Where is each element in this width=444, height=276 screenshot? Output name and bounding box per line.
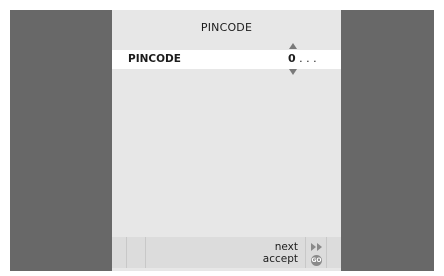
pincode-current-digit[interactable]: 0 bbox=[288, 52, 296, 65]
help-bar-divider bbox=[305, 237, 306, 268]
arrow-up-icon[interactable] bbox=[289, 43, 297, 49]
right-side-bar bbox=[341, 10, 434, 271]
help-bar-divider bbox=[126, 237, 127, 268]
hint-accept-label: accept bbox=[262, 253, 298, 265]
fast-forward-icon[interactable] bbox=[311, 243, 323, 251]
go-icon[interactable]: GO bbox=[311, 255, 322, 266]
pincode-row[interactable]: PINCODE 0 . . . bbox=[112, 50, 341, 69]
pincode-value[interactable]: 0 . . . bbox=[288, 52, 317, 65]
pincode-label: PINCODE bbox=[128, 53, 181, 65]
hint-next-label: next bbox=[274, 241, 298, 253]
help-bar-divider bbox=[145, 237, 146, 268]
menu-screen: PINCODE PINCODE 0 . . . next accept GO bbox=[112, 10, 341, 271]
menu-title: PINCODE bbox=[200, 21, 253, 34]
arrow-down-icon[interactable] bbox=[289, 69, 297, 75]
help-bar: next accept GO bbox=[112, 237, 341, 268]
help-bar-divider bbox=[326, 237, 327, 268]
left-side-bar bbox=[10, 10, 112, 271]
pincode-remaining-digits: . . . bbox=[295, 52, 317, 65]
